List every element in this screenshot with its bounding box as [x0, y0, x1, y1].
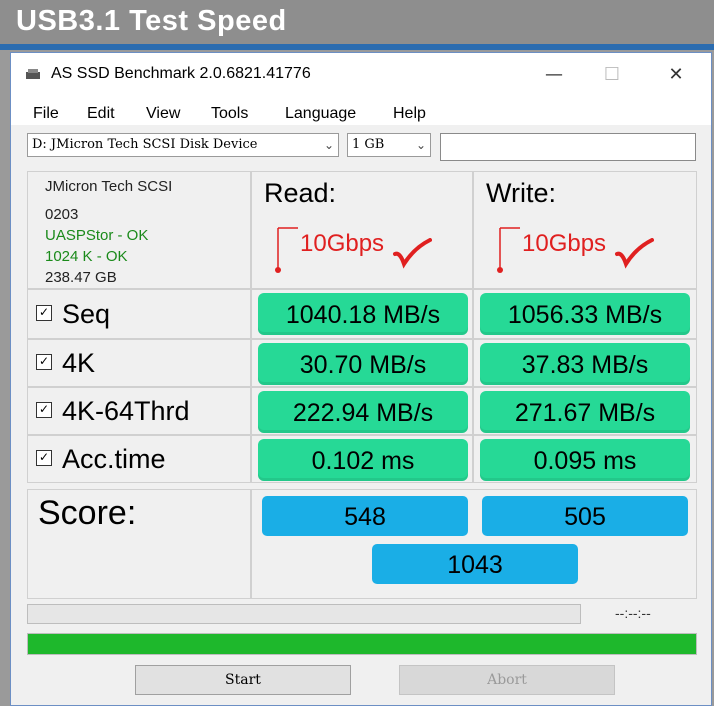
drive-select[interactable]: D: JMicron Tech SCSI Disk Device ⌄ — [27, 133, 339, 157]
result-cell: 1056.33 MB/s — [473, 289, 697, 339]
result-cell: 0.095 ms — [473, 435, 697, 483]
device-capacity: 238.47 GB — [45, 269, 117, 286]
menu-bar: File Edit View Tools Language Help — [11, 97, 711, 125]
seq-read-result: 1040.18 MB/s — [258, 293, 468, 335]
app-icon — [26, 69, 40, 79]
maximize-button[interactable]: ☐ — [589, 59, 635, 91]
4k-64thrd-write-result: 271.67 MB/s — [480, 391, 690, 433]
row-label-cell[interactable]: ✓ Acc.time — [27, 435, 251, 483]
abort-button[interactable]: Abort — [399, 665, 615, 695]
row-label-cell[interactable]: ✓ 4K-64Thrd — [27, 387, 251, 435]
size-select[interactable]: 1 GB ⌄ — [347, 133, 431, 157]
start-button[interactable]: Start — [135, 665, 351, 695]
elapsed-timer: --:--:-- — [615, 605, 651, 621]
acc-time-read-result: 0.102 ms — [258, 439, 468, 481]
result-cell: 37.83 MB/s — [473, 339, 697, 387]
text-input[interactable] — [440, 133, 696, 161]
title-bar: AS SSD Benchmark 2.0.6821.41776 — ☐ ✕ — [11, 53, 711, 97]
result-cell: 0.102 ms — [251, 435, 473, 483]
read-column-header: Read: — [264, 178, 337, 208]
drive-select-value: D: JMicron Tech SCSI Disk Device — [32, 137, 258, 152]
results-grid: JMicron Tech SCSI 0203 UASPStor - OK 102… — [27, 171, 697, 599]
banner-stripe — [0, 44, 714, 50]
acc-time-checkbox[interactable]: ✓ — [36, 449, 52, 466]
score-label-cell: Score: — [27, 489, 251, 599]
overall-progress-fill — [28, 634, 696, 654]
menu-help[interactable]: Help — [393, 105, 426, 123]
write-header-cell: Write: 10Gbps — [473, 171, 697, 289]
overall-progress-bar — [27, 633, 697, 655]
chevron-down-icon: ⌄ — [323, 138, 334, 152]
read-speed-annotation: 10Gbps — [300, 230, 385, 257]
write-speed-annotation: 10Gbps — [522, 230, 607, 257]
menu-file[interactable]: File — [33, 105, 59, 123]
4k-64thrd-read-result: 222.94 MB/s — [258, 391, 468, 433]
4k-read-result: 30.70 MB/s — [258, 343, 468, 385]
seq-checkbox[interactable]: ✓ — [36, 304, 52, 321]
row-label-cell[interactable]: ✓ 4K — [27, 339, 251, 387]
total-score: 1043 — [372, 544, 578, 584]
test-progress-bar — [27, 604, 581, 624]
driver-status: UASPStor - OK — [45, 227, 149, 244]
result-cell: 1040.18 MB/s — [251, 289, 473, 339]
result-cell: 222.94 MB/s — [251, 387, 473, 435]
menu-language[interactable]: Language — [285, 105, 356, 123]
device-info-panel: JMicron Tech SCSI 0203 UASPStor - OK 102… — [27, 171, 251, 289]
row-label-seq[interactable]: ✓ Seq — [36, 299, 110, 330]
result-cell: 271.67 MB/s — [473, 387, 697, 435]
result-cell: 30.70 MB/s — [251, 339, 473, 387]
seq-write-result: 1056.33 MB/s — [480, 293, 690, 335]
banner-title: USB3.1 Test Speed — [0, 0, 714, 44]
menu-tools[interactable]: Tools — [211, 105, 248, 123]
close-button[interactable]: ✕ — [653, 59, 699, 91]
score-label: Score: — [38, 494, 137, 532]
4k-64thrd-checkbox[interactable]: ✓ — [36, 401, 52, 418]
score-panel: 548 505 1043 — [251, 489, 697, 599]
device-name: JMicron Tech SCSI — [45, 178, 173, 195]
row-label-cell[interactable]: ✓ Seq — [27, 289, 251, 339]
chevron-down-icon: ⌄ — [415, 138, 426, 152]
4k-write-result: 37.83 MB/s — [480, 343, 690, 385]
checkmark-icon — [393, 238, 432, 269]
write-column-header: Write: — [486, 178, 557, 208]
write-score: 505 — [482, 496, 688, 536]
row-label-acc-time[interactable]: ✓ Acc.time — [36, 444, 166, 475]
menu-edit[interactable]: Edit — [87, 105, 115, 123]
acc-time-write-result: 0.095 ms — [480, 439, 690, 481]
device-firmware: 0203 — [45, 206, 79, 223]
alignment-status: 1024 K - OK — [45, 248, 128, 265]
size-select-value: 1 GB — [352, 137, 385, 152]
read-header-cell: Read: 10Gbps — [251, 171, 473, 289]
4k-checkbox[interactable]: ✓ — [36, 353, 52, 370]
menu-view[interactable]: View — [146, 105, 180, 123]
window-title: AS SSD Benchmark 2.0.6821.41776 — [51, 65, 311, 82]
row-label-4k-64thrd[interactable]: ✓ 4K-64Thrd — [36, 396, 190, 427]
read-score: 548 — [262, 496, 468, 536]
row-label-4k[interactable]: ✓ 4K — [36, 348, 95, 379]
checkmark-icon — [615, 238, 654, 269]
minimize-button[interactable]: — — [531, 59, 577, 91]
benchmark-window: AS SSD Benchmark 2.0.6821.41776 — ☐ ✕ Fi… — [10, 52, 712, 706]
